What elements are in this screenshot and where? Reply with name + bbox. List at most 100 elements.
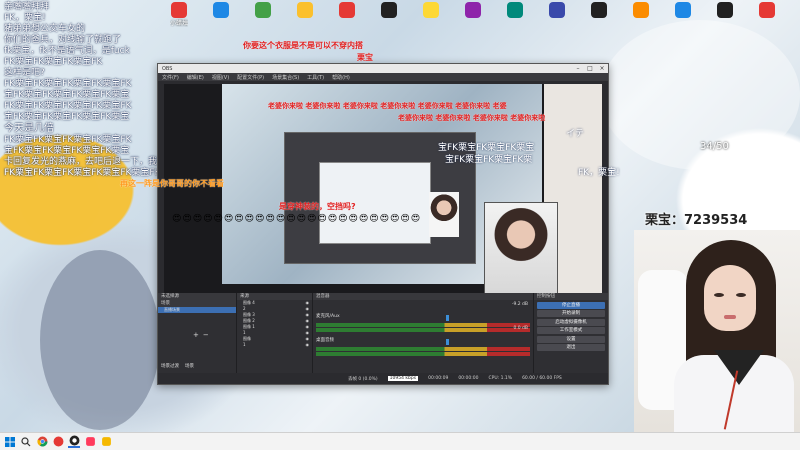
obs-status-bar: 丢帧 0 (0.0%) 10954 kbps 00:00:09 00:00:00…	[158, 373, 608, 384]
app-icon	[255, 2, 271, 18]
streamer-face	[704, 265, 756, 331]
cpu-usage: CPU: 1.1%	[488, 376, 513, 381]
add-scene-icon[interactable]: +	[193, 331, 199, 339]
source-item[interactable]: 1 ◉	[237, 342, 312, 348]
scene-item[interactable]: 直播场景	[158, 307, 236, 313]
danmaku-red: 老婆你来啦 老婆你来啦 老婆你来啦 老婆你来啦	[398, 114, 546, 122]
obs-dock-area: 未选择源 场景 直播场景 + − 场景过渡 场景 来源 图像 4 ◉ 2 ◉ 图像 3 ◉…	[158, 293, 608, 373]
volume-slider[interactable]	[446, 339, 449, 345]
preview-cam	[484, 202, 558, 294]
control-button[interactable]: 开始录制	[537, 310, 605, 317]
menu-item[interactable]: 工具(T)	[307, 74, 324, 81]
controls-header: 控制按钮	[534, 293, 608, 300]
mixer-panel: 混音器 麦克风/Aux -9.2 dB 桌面音频 0.0 dB	[313, 293, 534, 373]
desktop-shortcut[interactable]	[622, 2, 660, 27]
app-icon	[675, 2, 691, 18]
app-icon	[549, 2, 565, 18]
app-red2-icon[interactable]	[84, 436, 96, 448]
fps: 60.00 / 60.00 FPS	[522, 376, 562, 381]
app-icon	[591, 2, 607, 18]
desktop-shortcut[interactable]	[244, 2, 282, 27]
counter-overlay: 34/50	[700, 141, 729, 152]
scenes-header: 场景	[158, 300, 236, 307]
tab-scenes[interactable]: 场景	[185, 363, 194, 369]
mixer-track-mic[interactable]: 麦克风/Aux -9.2 dB	[316, 302, 530, 332]
danmaku-emoji-row: 😍😍😍😍😍😍😍😍😍😍😍😍😍😍😍😍😍😍😍😍😍😍😍😍	[172, 214, 422, 224]
mixer-track-db: -9.2 dB	[511, 302, 528, 307]
streamer-webcam	[634, 230, 800, 432]
volume-slider[interactable]	[446, 315, 449, 321]
app-icon	[339, 2, 355, 18]
desktop-shortcut[interactable]	[370, 2, 408, 27]
desktop-shortcut[interactable]	[412, 2, 450, 27]
desktop-shortcut[interactable]	[580, 2, 618, 27]
close-icon[interactable]: ×	[596, 65, 608, 72]
rec-time: 00:00:00	[458, 376, 479, 381]
desktop-shortcut[interactable]	[454, 2, 492, 27]
desktop-shortcut[interactable]	[790, 2, 800, 27]
fans-counter: 栗宝：7239534	[645, 213, 748, 228]
obs-window[interactable]: OBS – □ × 文件(F) 编辑(E) 视图(V) 配置文件(P) 场景集合(S) 工…	[157, 63, 609, 385]
danmaku-fk: FK，栗宝!	[578, 168, 620, 178]
app-icon	[717, 2, 733, 18]
obs-taskbar-icon[interactable]	[68, 435, 80, 448]
danmaku-red: 栗宝	[357, 53, 373, 62]
desktop-shortcut[interactable]	[664, 2, 702, 27]
desktop-shortcut[interactable]	[496, 2, 534, 27]
menu-item[interactable]: 帮助(H)	[332, 74, 350, 81]
visibility-icon[interactable]: ◉	[306, 342, 310, 348]
sources-panel: 来源 图像 4 ◉ 2 ◉ 图像 3 ◉ 图像 2 ◉ 图像 1 ◉ 1 ◉ 图像 ◉ 1 ◉	[237, 293, 313, 373]
mixer-header: 混音器	[313, 293, 533, 300]
wallpaper-hair	[40, 250, 160, 430]
control-button[interactable]: 退出	[537, 344, 605, 351]
not-selected-label: 未选择源	[158, 293, 236, 300]
obs-title: OBS	[162, 65, 173, 72]
menu-item[interactable]: 配置文件(P)	[237, 74, 264, 81]
menu-item[interactable]: 文件(F)	[162, 74, 179, 81]
chat-message: 你们的爸兵，对线输了就跑了	[4, 35, 122, 45]
maximize-icon[interactable]: □	[584, 65, 596, 72]
menu-item[interactable]: 视图(V)	[212, 74, 229, 81]
mixer-track-db: 0.0 dB	[513, 326, 528, 331]
control-button[interactable]: 启动虚拟摄像机	[537, 318, 605, 326]
app-red-icon[interactable]	[52, 436, 64, 448]
obs-title-bar[interactable]: OBS – □ ×	[158, 64, 608, 73]
app-yellow-icon[interactable]	[100, 436, 112, 448]
controls-panel: 控制按钮 停止直播 开始录制 启动虚拟摄像机 工作室模式 设置 退出	[534, 293, 608, 373]
audio-meter	[316, 352, 530, 356]
chat-message: 亲嘴嘴拜拜	[4, 2, 50, 12]
app-icon	[507, 2, 523, 18]
danmaku-fk: 宝FK栗宝FK栗宝FK栗	[445, 155, 533, 165]
desktop-shortcut[interactable]	[328, 2, 366, 27]
danmaku-red: 是穿神装的，空挡吗?	[279, 202, 356, 211]
windows-start-icon[interactable]	[4, 436, 16, 448]
minimize-icon[interactable]: –	[572, 65, 584, 72]
tab-scene-transitions[interactable]: 场景过渡	[161, 363, 179, 369]
control-button[interactable]: 设置	[537, 335, 605, 343]
desktop-shortcut[interactable]	[538, 2, 576, 27]
audio-meter	[316, 347, 530, 351]
app-icon	[759, 2, 775, 18]
bitrate: 10954 kbps	[387, 376, 419, 381]
dropped-frames: 丢帧 0 (0.0%)	[348, 376, 378, 382]
mixer-track-desktop[interactable]: 桌面音频 0.0 dB	[316, 326, 530, 356]
source-item-label: 1	[243, 342, 246, 347]
desktop-shortcut[interactable]	[706, 2, 744, 27]
menu-item[interactable]: 编辑(E)	[187, 74, 204, 81]
desktop-shortcut[interactable]	[286, 2, 324, 27]
chat-message: FK，栗宝!	[4, 13, 46, 23]
control-button[interactable]: 工作室模式	[537, 327, 605, 334]
remove-scene-icon[interactable]: −	[203, 331, 209, 339]
obs-menu-bar: 文件(F) 编辑(E) 视图(V) 配置文件(P) 场景集合(S) 工具(T) 帮助(H)	[158, 73, 608, 81]
app-icon	[633, 2, 649, 18]
control-button[interactable]: 停止直播	[537, 301, 605, 309]
danmaku-itte: イテ	[566, 129, 584, 139]
desktop-shortcut[interactable]	[748, 2, 786, 27]
danmaku-red: 你要这个衣服是不是可以不穿内搭	[243, 41, 363, 50]
mixer-track-name: 麦克风/Aux	[316, 314, 340, 319]
live-time: 00:00:09	[428, 376, 449, 381]
search-icon[interactable]	[20, 436, 32, 448]
sources-header: 来源	[237, 293, 312, 300]
chrome-icon[interactable]	[36, 436, 48, 448]
menu-item[interactable]: 场景集合(S)	[272, 74, 299, 81]
